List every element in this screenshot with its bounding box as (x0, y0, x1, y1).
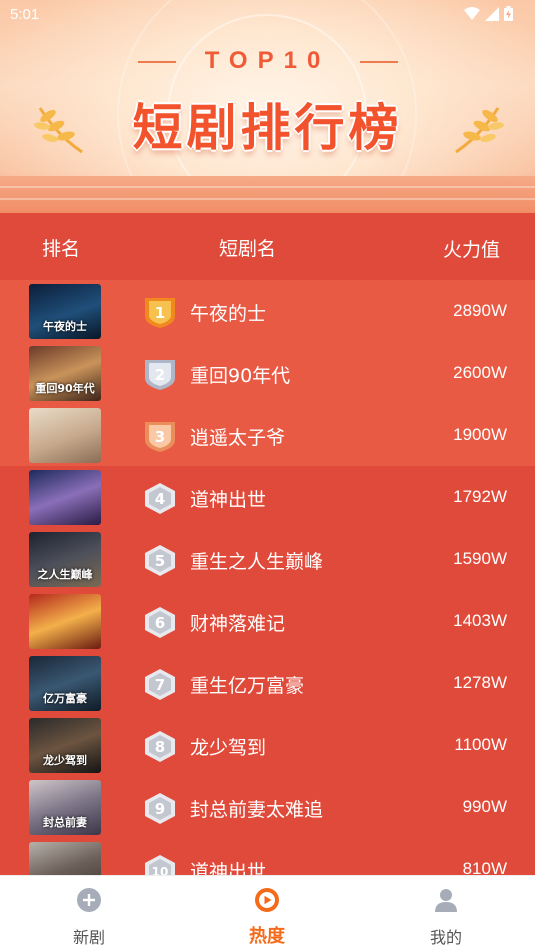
bottom-nav: 新剧 热度 我的 (0, 875, 535, 951)
rank-hexagon-icon: 10 (145, 855, 175, 875)
poster-caption: 之人生巅峰 (37, 568, 93, 581)
rank-number: 6 (155, 614, 165, 632)
table-row[interactable]: 亿万富豪 7 重生亿万富豪 1278W (0, 652, 535, 714)
drama-title: 财神落难记 (190, 613, 286, 635)
plus-circle-icon (77, 888, 101, 912)
rank-hexagon-icon: 9 (145, 793, 175, 824)
drama-title: 封总前妻太难追 (190, 799, 324, 821)
table-header: 排名 短剧名 火力值 (0, 213, 535, 275)
poster-thumbnail[interactable]: 亿万富豪 (29, 656, 101, 711)
nav-label: 热度 (249, 926, 285, 947)
nav-label: 我的 (429, 928, 462, 947)
poster-thumbnail[interactable]: 之人生巅峰 (29, 532, 101, 587)
table-row[interactable]: 龙少驾到 8 龙少驾到 1100W (0, 714, 535, 776)
poster-caption: 封总前妻 (43, 816, 87, 829)
poster-thumbnail[interactable] (29, 594, 101, 649)
rank-medal-icon: 2 (145, 360, 175, 390)
rank-number: 3 (155, 428, 165, 446)
rank-hexagon-icon: 5 (145, 545, 175, 576)
heat-value: 1100W (454, 735, 507, 754)
signal-icon (485, 6, 499, 21)
drama-title: 重生亿万富豪 (190, 675, 305, 697)
rank-hexagon-icon: 8 (145, 731, 175, 762)
heat-value: 1792W (453, 487, 507, 506)
heat-value: 1590W (453, 549, 507, 568)
drama-title: 重生之人生巅峰 (190, 551, 324, 573)
banner-stage (0, 176, 535, 215)
user-icon (435, 889, 457, 912)
poster-caption: 午夜的士 (43, 320, 87, 333)
top10-label: TOP10 (204, 47, 331, 74)
nav-tab-mine[interactable]: 我的 (386, 876, 506, 951)
rank-number: 10 (152, 865, 169, 875)
table-row[interactable]: 6 财神落难记 1403W (0, 590, 535, 652)
heat-value: 1403W (453, 611, 507, 630)
heat-value: 810W (462, 859, 507, 875)
column-header-heat: 火力值 (443, 239, 501, 261)
rank-hexagon-icon: 7 (145, 669, 175, 700)
poster-caption: 亿万富豪 (43, 692, 87, 705)
rank-number: 7 (155, 676, 165, 694)
column-header-name: 短剧名 (219, 238, 277, 260)
play-circle-icon (255, 888, 279, 912)
wifi-icon (464, 6, 480, 20)
poster-caption: 重回90年代 (35, 382, 95, 395)
drama-title: 重回90年代 (190, 365, 291, 387)
page-title: 短剧排行榜 (132, 99, 403, 157)
drama-title: 逍遥太子爷 (190, 427, 286, 449)
table-row[interactable]: 之人生巅峰 5 重生之人生巅峰 1590W (0, 528, 535, 590)
poster-thumbnail[interactable] (29, 470, 101, 525)
heat-value: 1900W (453, 425, 507, 444)
rank-number: 8 (155, 738, 165, 756)
ranking-panel: 排名 短剧名 火力值 午夜的士 1 午夜的士 2890W 重回90年代 2 重回90年代 2… (0, 213, 535, 875)
heat-value: 2600W (453, 363, 507, 382)
heat-value: 1278W (453, 673, 507, 692)
rank-hexagon-icon: 6 (145, 607, 175, 638)
nav-tab-new[interactable]: 新剧 (29, 876, 149, 951)
battery-icon (504, 6, 513, 21)
poster-thumbnail[interactable]: 午夜的士 (29, 284, 101, 339)
status-bar: 5:01 (0, 0, 535, 30)
rank-hexagon-icon: 4 (145, 483, 175, 514)
table-row[interactable]: 封总前妻 9 封总前妻太难追 990W (0, 776, 535, 838)
header-banner: 5:01 TOP10 短剧排行榜 (0, 0, 535, 215)
rank-medal-icon: 1 (145, 298, 175, 328)
app-screen: 5:01 TOP10 短剧排行榜 排名 短剧名 火力值 午夜的士 1 午夜的士 … (0, 0, 535, 951)
table-row[interactable]: 重回90年代 2 重回90年代 2600W (0, 342, 535, 404)
poster-thumbnail[interactable]: 重回90年代 (29, 346, 101, 401)
nav-label: 新剧 (72, 928, 105, 947)
poster-thumbnail[interactable]: 封总前妻 (29, 780, 101, 835)
heat-value: 990W (462, 797, 507, 816)
poster-thumbnail[interactable] (29, 842, 101, 875)
drama-title: 龙少驾到 (190, 737, 267, 759)
poster-thumbnail[interactable]: 龙少驾到 (29, 718, 101, 773)
stage-line (0, 198, 535, 200)
table-row[interactable]: 3 逍遥太子爷 1900W (0, 404, 535, 466)
column-header-rank: 排名 (42, 238, 81, 260)
status-time: 5:01 (10, 6, 40, 23)
rank-number: 1 (155, 304, 165, 322)
nav-tab-hot[interactable]: 热度 (207, 876, 327, 951)
table-row[interactable]: 10 道神出世 810W (0, 838, 535, 875)
poster-caption: 龙少驾到 (43, 754, 87, 767)
poster-thumbnail[interactable] (29, 408, 101, 463)
drama-title: 道神出世 (190, 861, 267, 875)
heat-value: 2890W (453, 301, 507, 320)
table-row[interactable]: 午夜的士 1 午夜的士 2890W (0, 280, 535, 342)
rank-number: 2 (155, 366, 165, 384)
status-icons (464, 6, 513, 21)
table-row[interactable]: 4 道神出世 1792W (0, 466, 535, 528)
drama-title: 午夜的士 (190, 303, 267, 325)
rank-number: 4 (155, 490, 165, 508)
rank-medal-icon: 3 (145, 422, 175, 452)
rank-number: 5 (155, 552, 165, 570)
stage-line (0, 186, 535, 188)
rank-number: 9 (155, 800, 165, 818)
drama-title: 道神出世 (190, 489, 267, 511)
